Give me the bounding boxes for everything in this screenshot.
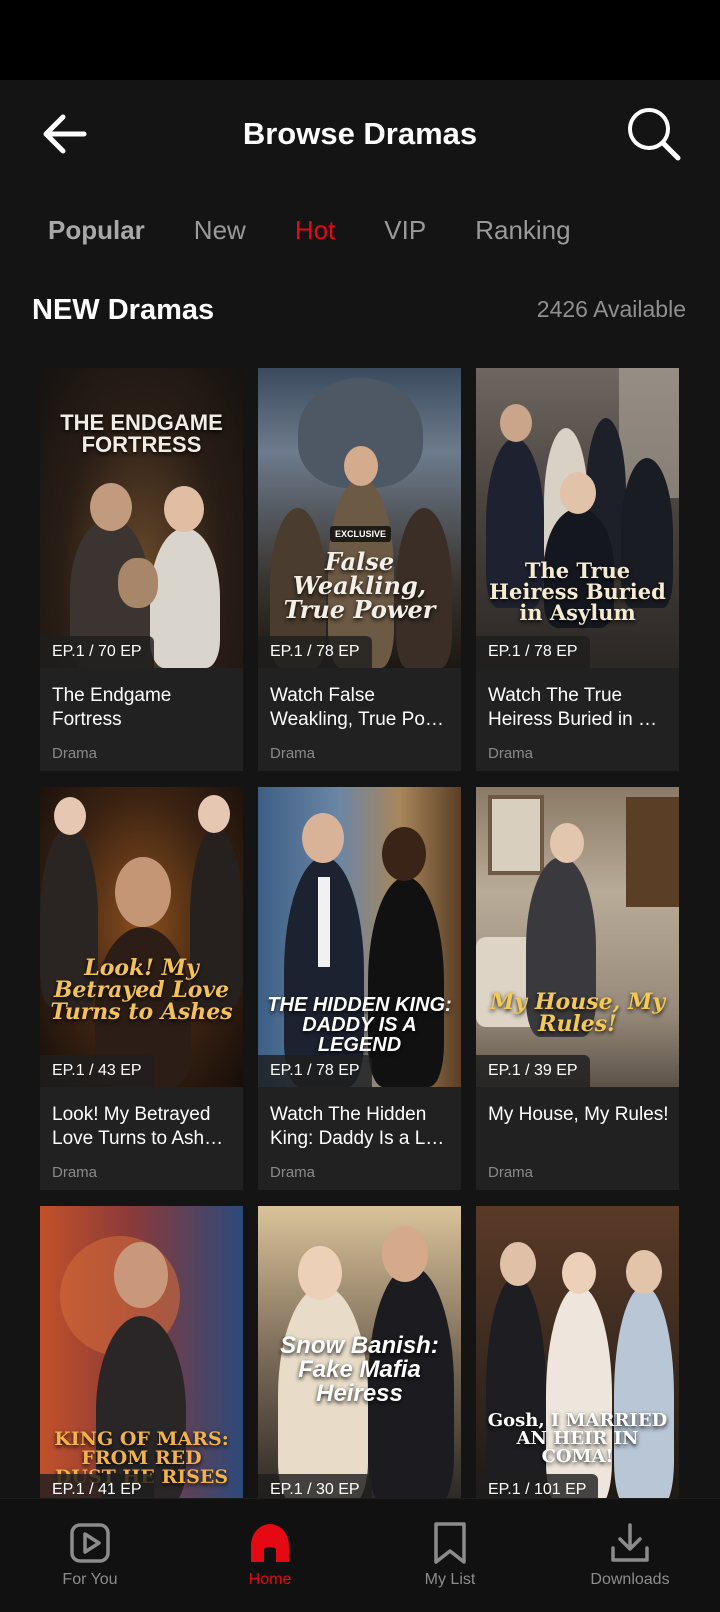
search-icon (628, 108, 681, 161)
category-tabs: Popular New Hot VIP Ranking (48, 208, 620, 252)
nav-for-you[interactable]: For You (30, 1499, 150, 1612)
play-square-icon (68, 1521, 112, 1565)
poster-title: THE ENDGAME FORTRESS (60, 410, 223, 457)
card-title: Watch False Weakling, True Po… (270, 685, 444, 730)
poster-image: KING OF MARS: FROM RED DUST HE RISES EP.… (40, 1206, 243, 1506)
bottom-navigation: For You Home My List Downloads (0, 1498, 720, 1612)
drama-grid: THE ENDGAME FORTRESS EP.1 / 70 EP The En… (40, 368, 680, 1609)
nav-home[interactable]: Home (210, 1499, 330, 1612)
card-title: Watch The Hidden King: Daddy Is a L… (270, 1104, 445, 1149)
card-genre: Drama (488, 745, 534, 762)
poster-title: My House, My Rules! (489, 989, 666, 1037)
download-icon (608, 1521, 652, 1565)
episode-badge: EP.1 / 78 EP (476, 636, 590, 668)
drama-card[interactable]: Look! My Betrayed Love Turns to Ashes EP… (40, 787, 243, 1190)
app-screen: Browse Dramas Popular New Hot VIP Rankin… (0, 80, 720, 1612)
nav-my-list[interactable]: My List (390, 1499, 510, 1612)
card-genre: Drama (270, 1164, 316, 1181)
home-icon (248, 1521, 292, 1565)
poster-image: THE HIDDEN KING: DADDY IS A LEGEND EP.1 … (258, 787, 461, 1087)
tab-hot[interactable]: Hot (295, 215, 335, 246)
poster-image: Gosh, I MARRIED AN HEIR IN COMA! EP.1 / … (476, 1206, 679, 1506)
drama-card[interactable]: THE ENDGAME FORTRESS EP.1 / 70 EP The En… (40, 368, 243, 771)
header: Browse Dramas (0, 80, 720, 190)
tab-new[interactable]: New (194, 215, 246, 246)
poster-image: Look! My Betrayed Love Turns to Ashes EP… (40, 787, 243, 1087)
section-title: NEW Dramas (32, 294, 215, 326)
card-title: Look! My Betrayed Love Turns to Ash… (52, 1104, 224, 1149)
exclusive-badge: EXCLUSIVE (330, 526, 392, 542)
card-genre: Drama (52, 745, 98, 762)
nav-label: Downloads (590, 1571, 670, 1588)
episode-badge: EP.1 / 43 EP (40, 1055, 154, 1087)
tab-vip[interactable]: VIP (384, 215, 426, 246)
episode-badge: EP.1 / 70 EP (40, 636, 154, 668)
episode-badge: EP.1 / 78 EP (258, 1055, 372, 1087)
poster-image: THE ENDGAME FORTRESS EP.1 / 70 EP (40, 368, 243, 668)
nav-label: For You (62, 1571, 118, 1588)
bookmark-icon (428, 1521, 472, 1565)
poster-title: The True Heiress Buried in Asylum (489, 558, 666, 625)
drama-card[interactable]: EXCLUSIVE False Weakling, True Power EP.… (258, 368, 461, 771)
poster-image: The True Heiress Buried in Asylum EP.1 /… (476, 368, 679, 668)
nav-label: Home (248, 1571, 292, 1588)
poster-title: Look! My Betrayed Love Turns to Ashes (50, 955, 233, 1025)
nav-label: My List (424, 1571, 476, 1588)
poster-image: EXCLUSIVE False Weakling, True Power EP.… (258, 368, 461, 668)
episode-badge: EP.1 / 39 EP (476, 1055, 590, 1087)
card-title: The Endgame Fortress (52, 685, 172, 730)
drama-card[interactable]: My House, My Rules! EP.1 / 39 EP My Hous… (476, 787, 679, 1190)
tab-popular[interactable]: Popular (48, 215, 145, 246)
drama-card[interactable]: The True Heiress Buried in Asylum EP.1 /… (476, 368, 679, 771)
card-title: My House, My Rules! (488, 1104, 669, 1125)
page-title: Browse Dramas (242, 116, 478, 151)
nav-downloads[interactable]: Downloads (570, 1499, 690, 1612)
search-button[interactable] (624, 104, 684, 164)
poster-title: False Weakling, True Power (283, 547, 436, 624)
drama-card[interactable]: THE HIDDEN KING: DADDY IS A LEGEND EP.1 … (258, 787, 461, 1190)
poster-title: Snow Banish: Fake Mafia Heiress (280, 1332, 439, 1407)
tab-ranking[interactable]: Ranking (475, 215, 570, 246)
poster-image: My House, My Rules! EP.1 / 39 EP (476, 787, 679, 1087)
poster-title: Gosh, I MARRIED AN HEIR IN COMA! (487, 1410, 668, 1467)
status-bar (0, 0, 720, 80)
card-genre: Drama (52, 1164, 98, 1181)
card-genre: Drama (488, 1164, 534, 1181)
card-genre: Drama (270, 745, 316, 762)
poster-image: Snow Banish: Fake Mafia Heiress EP.1 / 3… (258, 1206, 461, 1506)
poster-title: THE HIDDEN KING: DADDY IS A LEGEND (267, 994, 452, 1056)
card-title: Watch The True Heiress Buried in … (488, 685, 657, 730)
available-count: 2426 Available (536, 296, 686, 322)
episode-badge: EP.1 / 78 EP (258, 636, 372, 668)
